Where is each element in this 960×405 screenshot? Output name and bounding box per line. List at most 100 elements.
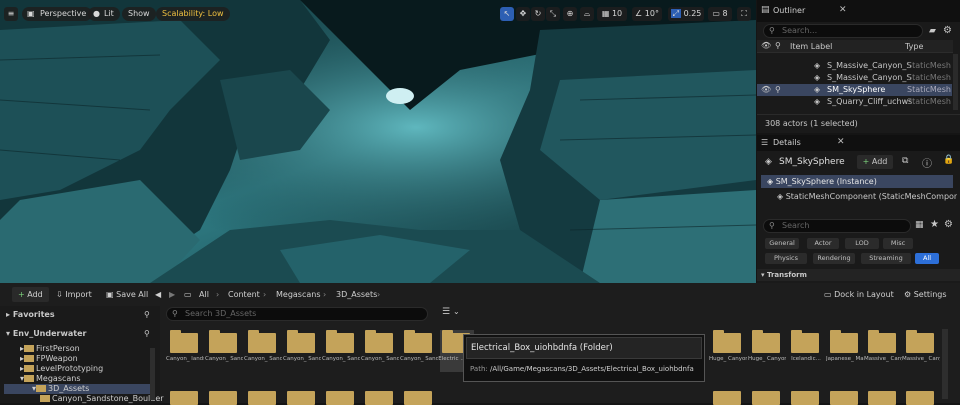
angle-snap-toggle[interactable]: ∠ 10°	[632, 7, 662, 21]
folder-item[interactable]: Canyon_ Sandstone	[283, 330, 321, 372]
table-view-icon[interactable]: ▦	[915, 220, 924, 230]
tooltip-path: Path: /All/Game/Megascans/3D_Assets/Elec…	[470, 365, 694, 373]
scale-snap-toggle[interactable]: ⤢ 0.25	[668, 7, 704, 21]
add-component-button[interactable]: + Add	[857, 155, 893, 169]
folder-item[interactable]: Japanese_ Marble...	[826, 330, 864, 372]
perspective-button[interactable]: ▣ Perspective	[22, 7, 93, 21]
level-viewport[interactable]: ≡ ▣ Perspective ● Lit Show Scalability: Lo…	[0, 0, 756, 283]
folder-item[interactable]: Canyon_ Sandstone	[361, 330, 399, 372]
folder-item[interactable]: Massive_ Canyon...	[902, 330, 940, 372]
settings-button[interactable]: ⚙ Settings	[904, 287, 947, 302]
outliner-tab[interactable]: ▤ Outliner ✕	[757, 0, 960, 22]
save-all-button[interactable]: ▣ Save All	[106, 287, 148, 302]
folder-item[interactable]: Canyon_ Sandstone	[205, 330, 243, 372]
folder-item[interactable]: Canyon_ Sandstone	[244, 330, 282, 372]
lock-icon[interactable]: 🔒	[943, 155, 954, 165]
world-space-icon[interactable]: ⊕	[563, 7, 577, 21]
surface-snap-icon[interactable]: ⌓	[580, 7, 594, 21]
tree-item[interactable]: ▸ FirstPerson	[20, 344, 80, 354]
actor-name[interactable]: SM_SkySphere	[779, 157, 845, 167]
breadcrumb-all[interactable]: All	[199, 287, 209, 302]
visibility-icon[interactable]: 👁	[761, 41, 771, 50]
history-back-icon[interactable]: ◀	[155, 287, 161, 302]
breadcrumb-megascans[interactable]: Megascans	[276, 287, 321, 302]
pin-icon[interactable]: ⚲	[775, 84, 781, 96]
tree-item[interactable]: ▸ FPWeapon	[20, 354, 78, 364]
lit-button[interactable]: ● Lit	[88, 7, 120, 21]
filter-physics[interactable]: Physics	[765, 253, 807, 264]
filter-all[interactable]: All	[915, 253, 939, 264]
close-icon[interactable]: ✕	[837, 137, 845, 147]
tree-item[interactable]: ▾ Megascans	[20, 374, 81, 384]
folder-item[interactable]: Canyon_ Sandstone	[400, 330, 438, 372]
visibility-icon[interactable]: 👁	[761, 84, 771, 96]
component-instance-row[interactable]: ◈ SM_SkySphere (Instance)	[761, 175, 953, 188]
folder-item[interactable]: Huge_ Canyon...	[748, 330, 786, 372]
dock-in-layout-button[interactable]: ▭ Dock in Layout	[824, 287, 894, 302]
dock-icon: ▭	[824, 290, 832, 299]
folder-item[interactable]: Icelandic...	[789, 330, 823, 372]
folder-item[interactable]: Massive_ Canyon...	[864, 330, 902, 372]
scale-tool-icon[interactable]: ⤡	[546, 7, 560, 21]
outliner-scrollbar[interactable]	[953, 54, 958, 110]
grid-snap-toggle[interactable]: ▦ 10	[597, 7, 627, 21]
filter-actor[interactable]: Actor	[807, 238, 839, 249]
details-tab[interactable]: ☰ Details ✕	[757, 135, 960, 151]
blueprint-icon[interactable]: ⧉	[902, 156, 908, 166]
gear-icon[interactable]: ⚙	[944, 219, 953, 230]
sources-scrollbar[interactable]	[150, 348, 155, 400]
content-browser: + Add ⇩ Import ▣ Save All ◀ ▶ ▭ All › Co…	[0, 283, 960, 405]
folder-item[interactable]: Huge_ Canyon...	[709, 330, 747, 372]
help-icon[interactable]: ⓘ	[922, 155, 932, 170]
filter-lod[interactable]: LOD	[845, 238, 879, 249]
column-type[interactable]: Type	[905, 42, 923, 51]
scalability-button[interactable]: Scalability: Low	[156, 7, 230, 21]
outliner-row[interactable]: ◈ S_Massive_Canyon_S StaticMesh	[757, 72, 952, 84]
transform-section[interactable]: ▾ Transform	[757, 269, 960, 281]
asset-search-input[interactable]: ⚲ Search 3D_Assets	[166, 307, 428, 321]
outliner-search-input[interactable]: ⚲ Search...	[763, 24, 923, 38]
history-forward-icon[interactable]: ▶	[169, 287, 175, 302]
chevron-right-icon: ›	[377, 290, 381, 299]
rotate-tool-icon[interactable]: ↻	[531, 7, 545, 21]
viewport-menu-icon[interactable]: ≡	[4, 7, 18, 21]
add-button[interactable]: + Add	[12, 287, 49, 302]
column-item-label[interactable]: Item Label	[790, 42, 832, 51]
import-button[interactable]: ⇩ Import	[56, 287, 92, 302]
filter-rendering[interactable]: Rendering	[813, 253, 855, 264]
favorites-section[interactable]: ▸ Favorites ⚲	[0, 308, 160, 321]
filter-misc[interactable]: Misc	[883, 238, 913, 249]
search-icon[interactable]: ⚲	[144, 308, 150, 321]
outliner-row[interactable]: ◈ S_Massive_Canyon_S StaticMesh	[757, 60, 952, 72]
close-icon[interactable]: ✕	[839, 5, 847, 15]
tree-item-selected[interactable]: ▾ 3D_Assets	[4, 384, 154, 394]
folder-icon	[752, 330, 780, 353]
folder-item[interactable]: Canyon_ landstone	[166, 330, 204, 372]
filter-icon[interactable]: ☰	[442, 307, 450, 317]
select-tool-icon[interactable]: ↖	[500, 7, 514, 21]
add-folder-icon[interactable]: ▰	[929, 26, 936, 36]
breadcrumb-3d-assets[interactable]: 3D_Assets	[336, 287, 377, 302]
breadcrumb-content[interactable]: Content	[228, 287, 260, 302]
maximize-viewport-icon[interactable]: ⛶	[737, 7, 751, 21]
gear-icon[interactable]: ⚙	[943, 25, 952, 36]
details-search-input[interactable]: ⚲ Search	[763, 219, 911, 233]
search-icon[interactable]: ⚲	[144, 327, 150, 340]
camera-speed-button[interactable]: ▭ 8	[708, 7, 732, 21]
folder-tree-icon[interactable]: ▭	[184, 287, 192, 302]
star-icon[interactable]: ★	[930, 219, 939, 230]
tree-item[interactable]: ▸ LevelPrototyping	[20, 364, 103, 374]
asset-scrollbar[interactable]	[942, 329, 948, 399]
show-button[interactable]: Show	[122, 7, 156, 21]
chevron-down-icon[interactable]: ⌄	[453, 307, 460, 316]
outliner-row[interactable]: ◈ S_Quarry_Cliff_uchws StaticMesh	[757, 96, 952, 108]
folder-item[interactable]: Canyon_ Sandstone	[322, 330, 360, 372]
outliner-row-selected[interactable]: 👁 ⚲ ◈ SM_SkySphere StaticMesh	[757, 84, 952, 96]
pin-icon[interactable]: ⚲	[775, 41, 781, 50]
filter-general[interactable]: General	[765, 238, 799, 249]
project-section[interactable]: ▾ Env_Underwater ⚲	[0, 327, 160, 340]
filter-streaming[interactable]: Streaming	[861, 253, 911, 264]
folder-icon	[40, 395, 50, 402]
component-row[interactable]: ◈ StaticMeshComponent (StaticMeshCompone…	[777, 191, 957, 203]
move-tool-icon[interactable]: ✥	[516, 7, 530, 21]
